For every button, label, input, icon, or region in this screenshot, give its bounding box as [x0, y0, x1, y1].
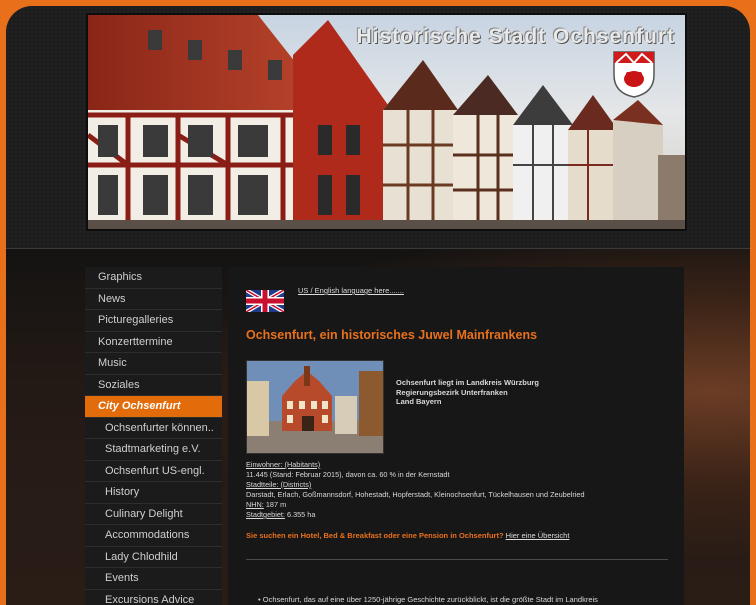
nav-item-excursions-advice[interactable]: Excursions Advice	[85, 590, 222, 605]
list-item: • Ochsenfurt, das auf eine über 1250-jäh…	[258, 595, 598, 604]
hotel-prompt: Sie suchen ein Hotel, Bed & Breakfast od…	[246, 531, 569, 540]
header-banner: Historische Stadt Ochsenfurt	[86, 13, 687, 231]
page-frame: Historische Stadt Ochsenfurt Graphics Ne…	[6, 6, 750, 605]
nhn-label: NHN:	[246, 500, 264, 509]
bullet-icon: •	[258, 595, 261, 604]
nav-item-news[interactable]: News	[85, 289, 222, 310]
nav-item-lady-chlodhild[interactable]: Lady Chlodhild	[85, 547, 222, 568]
nhn-value: 187 m	[263, 500, 287, 509]
area-value: 6.355 ha	[284, 510, 316, 519]
intro-text: Ochsenfurt liegt im Landkreis Würzburg R…	[396, 378, 539, 407]
nav-item-graphics[interactable]: Graphics	[85, 267, 222, 289]
nav-item-culinary-delight[interactable]: Culinary Delight	[85, 504, 222, 525]
uk-flag-icon[interactable]	[246, 290, 284, 312]
town-hall-photo	[246, 360, 384, 454]
nav-item-stadtmarketing[interactable]: Stadtmarketing e.V.	[85, 439, 222, 461]
bullet-text: Ochsenfurt, das auf eine über 1250-jähri…	[262, 595, 598, 604]
districts-label: Stadtteile: (Districts)	[246, 480, 312, 489]
hotel-overview-link[interactable]: Hier eine Übersicht	[506, 531, 570, 540]
sidebar-nav: Graphics News Picturegalleries Konzertte…	[85, 267, 222, 605]
nav-item-picturegalleries[interactable]: Picturegalleries	[85, 310, 222, 332]
nav-item-soziales[interactable]: Soziales	[85, 375, 222, 396]
nav-item-ochsenfurt-us-engl[interactable]: Ochsenfurt US-engl.	[85, 461, 222, 482]
coat-of-arms-icon	[613, 51, 655, 98]
residents-label: Einwohner: (Habitants)	[246, 460, 321, 469]
page-heading: Ochsenfurt, ein historisches Juwel Mainf…	[246, 328, 538, 342]
nav-item-music[interactable]: Music	[85, 353, 222, 375]
english-language-link[interactable]: US / English language here.......	[298, 286, 404, 295]
facts-block: Einwohner: (Habitants) 11.445 (Stand: Fe…	[246, 460, 676, 520]
intro-line-3: Land Bayern	[396, 397, 442, 406]
intro-line-1: Ochsenfurt liegt im Landkreis Würzburg	[396, 378, 539, 387]
area-label: Stadtgebiet:	[246, 510, 285, 519]
districts-value: Darstadt, Erlach, Goßmannsdorf, Hohestad…	[246, 490, 585, 499]
nav-item-ochsenfurter-koennen[interactable]: Ochsenfurter können..	[85, 418, 222, 439]
residents-value: 11.445 (Stand: Februar 2015), davon ca. …	[246, 470, 450, 479]
nav-item-events[interactable]: Events	[85, 568, 222, 590]
nav-item-konzerttermine[interactable]: Konzerttermine	[85, 332, 222, 353]
nav-item-accommodations[interactable]: Accommodations	[85, 525, 222, 547]
hotel-question: Sie suchen ein Hotel, Bed & Breakfast od…	[246, 531, 504, 540]
site-title: Historische Stadt Ochsenfurt	[356, 25, 675, 48]
nav-item-city-ochsenfurt[interactable]: City Ochsenfurt	[85, 396, 222, 418]
divider	[246, 559, 668, 560]
main-content: US / English language here....... Ochsen…	[228, 267, 684, 605]
nav-item-history[interactable]: History	[85, 482, 222, 504]
intro-line-2: Regierungsbezirk Unterfranken	[396, 387, 508, 397]
